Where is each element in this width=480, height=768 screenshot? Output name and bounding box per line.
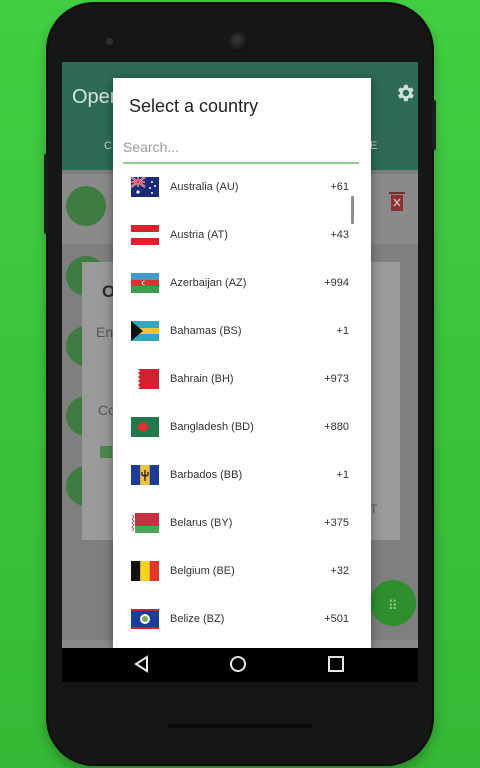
- country-item-bd[interactable]: Bangladesh (BD) +880: [113, 406, 371, 454]
- country-picker-dialog: Select a country Australia (AU) +61: [113, 78, 371, 648]
- sensor: [106, 38, 113, 45]
- dial-code: +1: [336, 469, 349, 481]
- country-item-bz[interactable]: Belize (BZ) +501: [113, 598, 371, 646]
- country-name: Bahamas (BS): [170, 325, 242, 337]
- dial-code: +880: [324, 421, 349, 433]
- bottom-speaker: [168, 724, 312, 728]
- dialog-title: Select a country: [129, 96, 259, 116]
- flag-bs-icon: [131, 321, 159, 341]
- tab-right[interactable]: E: [370, 140, 377, 152]
- country-name: Australia (AU): [170, 181, 239, 193]
- flag-by-icon: [131, 513, 159, 533]
- country-name: Belize (BZ): [170, 613, 225, 625]
- country-item-au[interactable]: Australia (AU) +61: [113, 166, 371, 214]
- country-item-be[interactable]: Belgium (BE) +32: [113, 550, 371, 598]
- dial-code: +501: [324, 613, 349, 625]
- country-item-by[interactable]: Belarus (BY) +375: [113, 502, 371, 550]
- country-item-bb[interactable]: Barbados (BB) +1: [113, 454, 371, 502]
- country-name: Belgium (BE): [170, 565, 235, 577]
- dial-code: +375: [324, 517, 349, 529]
- flag-bh-icon: [131, 369, 159, 389]
- recents-icon[interactable]: [326, 654, 346, 674]
- flag-at-icon: [131, 225, 159, 245]
- dial-code: +43: [330, 229, 349, 241]
- flag-bz-icon: [131, 609, 159, 629]
- country-name: Barbados (BB): [170, 469, 243, 481]
- flag-au-icon: [131, 177, 159, 197]
- country-list: Australia (AU) +61 Austria (AT) +43 Azer…: [113, 166, 371, 648]
- back-icon[interactable]: [132, 654, 152, 674]
- country-name: Bahrain (BH): [170, 373, 234, 385]
- country-name: Austria (AT): [170, 229, 228, 241]
- trash-icon[interactable]: [388, 190, 406, 212]
- country-name: Bangladesh (BD): [170, 421, 254, 433]
- country-name: Azerbaijan (AZ): [170, 277, 247, 289]
- flag-be-icon: [131, 561, 159, 581]
- country-item-bh[interactable]: Bahrain (BH) +973: [113, 358, 371, 406]
- dial-code: +1: [336, 325, 349, 337]
- dialpad-icon: ⠿: [388, 598, 399, 613]
- avatar: [66, 186, 106, 226]
- dial-code: +32: [330, 565, 349, 577]
- flag-bb-icon: [131, 465, 159, 485]
- country-item-bs[interactable]: Bahamas (BS) +1: [113, 310, 371, 358]
- gear-icon[interactable]: [394, 82, 416, 104]
- tab-left[interactable]: C: [104, 140, 112, 152]
- dial-code: +61: [330, 181, 349, 193]
- dial-code: +973: [324, 373, 349, 385]
- search-input[interactable]: [123, 134, 359, 164]
- country-item-at[interactable]: Austria (AT) +43: [113, 214, 371, 262]
- background-dialog-button: T: [370, 502, 378, 516]
- dial-code: +994: [324, 277, 349, 289]
- volume-button: [44, 154, 48, 234]
- country-name: Belarus (BY): [170, 517, 233, 529]
- front-camera: [229, 32, 249, 52]
- flag-bd-icon: [131, 417, 159, 437]
- checkbox: [100, 446, 112, 458]
- home-icon[interactable]: [228, 654, 248, 674]
- country-item-az[interactable]: Azerbaijan (AZ) +994: [113, 262, 371, 310]
- flag-az-icon: [131, 273, 159, 293]
- power-button: [432, 100, 436, 150]
